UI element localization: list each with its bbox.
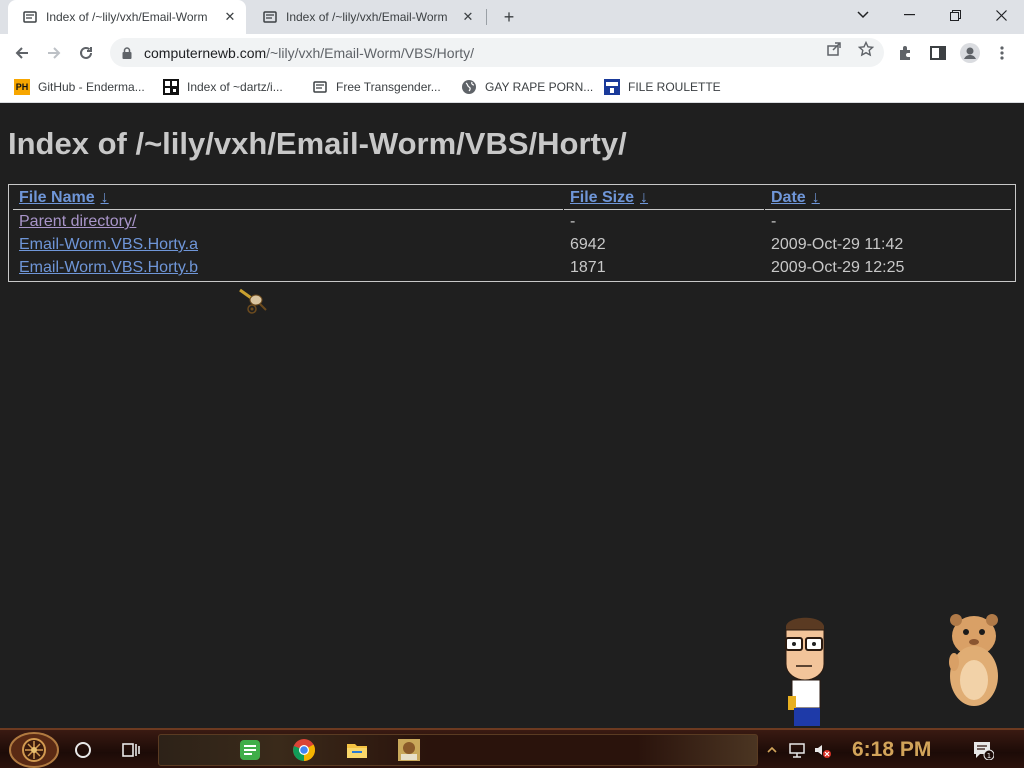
folder-favicon-icon: [263, 11, 277, 23]
notes-app-icon[interactable]: [238, 738, 262, 762]
taskbar: 6:18 PM 1: [0, 728, 1024, 768]
sort-arrow-icon: ↓: [100, 189, 109, 206]
bookmark-item[interactable]: Index of ~dartz/i...: [163, 78, 283, 96]
bookmark-item[interactable]: GAY RAPE PORN...: [461, 78, 593, 96]
tab-inactive[interactable]: Index of /~lily/vxh/Email-Worm ✕: [248, 0, 484, 34]
column-header-date[interactable]: Date ↓: [771, 189, 820, 207]
svg-text:1: 1: [987, 752, 991, 760]
bookmarks-bar: PH GitHub - Enderma... Index of ~dartz/i…: [0, 71, 1024, 103]
mft-favicon-icon: [604, 79, 620, 95]
reload-button[interactable]: [72, 39, 100, 67]
side-panel-icon[interactable]: [929, 44, 947, 62]
parent-directory-link[interactable]: Parent directory/: [19, 213, 136, 230]
table-header-row: File Name ↓ File Size ↓ Date ↓: [13, 185, 1011, 210]
column-divider: [563, 185, 564, 210]
sort-arrow-icon: ↓: [640, 189, 649, 206]
file-link[interactable]: Email-Worm.VBS.Horty.b: [19, 259, 198, 276]
back-button[interactable]: [8, 39, 36, 67]
bookmark-item[interactable]: PH GitHub - Enderma...: [14, 78, 145, 96]
bookmark-label: Free Transgender...: [336, 80, 441, 94]
bookmark-star-icon[interactable]: [858, 41, 874, 57]
column-header-file-size[interactable]: File Size ↓: [570, 189, 648, 207]
new-tab-button[interactable]: +: [499, 7, 519, 27]
column-header-file-name[interactable]: File Name ↓: [19, 189, 109, 207]
table-row: Parent directory/ - -: [9, 211, 1015, 234]
lock-icon[interactable]: [120, 46, 134, 60]
reload-icon: [80, 46, 92, 59]
url-path: /~lily/vxh/Email-Worm/VBS/Horty/: [266, 44, 475, 61]
date-cell: 2009-Oct-29 12:25: [771, 259, 905, 276]
bookmark-label: Index of ~dartz/i...: [187, 80, 283, 94]
table-row: Email-Worm.VBS.Horty.a 6942 2009-Oct-29 …: [9, 234, 1015, 257]
table-row: Email-Worm.VBS.Horty.b 1871 2009-Oct-29 …: [9, 257, 1015, 280]
page-title: Index of /~lily/vxh/Email-Worm/VBS/Horty…: [8, 126, 627, 161]
task-view-icon[interactable]: [120, 740, 140, 760]
file-size-cell: 1871: [570, 259, 606, 276]
close-window-button[interactable]: [978, 0, 1024, 30]
page-content: Index of /~lily/vxh/Email-Worm/VBS/Horty…: [0, 104, 1024, 728]
cartoon-man-mascot-icon: [785, 617, 825, 726]
file-listing-table: File Name ↓ File Size ↓ Date ↓ Parent direc…: [8, 184, 1016, 282]
minimize-button[interactable]: [886, 0, 932, 30]
show-hidden-icons-icon[interactable]: [766, 740, 778, 760]
qr-favicon-icon: [163, 79, 179, 95]
column-divider: [764, 185, 765, 210]
file-size-cell: -: [570, 213, 576, 230]
mouse-cursor-icon: [239, 288, 267, 314]
tab-search-icon[interactable]: [840, 0, 886, 30]
cortana-search-icon[interactable]: [75, 742, 91, 758]
folder-favicon-icon: [23, 11, 37, 23]
bookmark-item[interactable]: FILE ROULETTE: [604, 78, 721, 96]
date-cell: -: [771, 213, 777, 230]
bookmark-item[interactable]: Free Transgender...: [312, 78, 441, 96]
close-tab-icon[interactable]: ✕: [222, 9, 238, 25]
close-tab-icon[interactable]: ✕: [460, 9, 476, 25]
url-text[interactable]: computernewb.com/~lily/vxh/Email-Worm/VB…: [144, 45, 884, 61]
forward-button[interactable]: [40, 39, 68, 67]
browser-toolbar: computernewb.com/~lily/vxh/Email-Worm/VB…: [0, 34, 1024, 71]
dancing-hamster-icon: [949, 614, 998, 706]
ph-logo-icon: PH: [14, 79, 30, 95]
bonzi-app-icon[interactable]: [397, 738, 421, 762]
tab-active[interactable]: Index of /~lily/vxh/Email-Worm ✕: [8, 0, 246, 34]
tab-strip: Index of /~lily/vxh/Email-Worm ✕ Index o…: [0, 0, 1024, 34]
menu-kebab-icon[interactable]: [993, 44, 1011, 62]
volume-muted-icon[interactable]: [812, 740, 832, 760]
network-icon[interactable]: [787, 740, 807, 760]
share-icon[interactable]: [826, 41, 842, 57]
arrow-left-icon: [15, 47, 28, 59]
file-link[interactable]: Email-Worm.VBS.Horty.a: [19, 236, 198, 253]
file-size-cell: 6942: [570, 236, 606, 253]
extensions-icon[interactable]: [897, 44, 915, 62]
file-explorer-icon[interactable]: [345, 738, 369, 762]
tab-title: Index of /~lily/vxh/Email-Worm: [46, 10, 208, 24]
bookmark-label: FILE ROULETTE: [628, 80, 721, 94]
globe-icon: [462, 80, 476, 94]
profile-avatar-icon[interactable]: [960, 43, 980, 63]
taskbar-clock[interactable]: 6:18 PM: [852, 738, 931, 762]
date-cell: 2009-Oct-29 11:42: [771, 236, 904, 253]
tab-divider: [486, 9, 487, 25]
start-button-icon[interactable]: [8, 732, 60, 768]
arrow-right-icon: [48, 47, 61, 59]
site-favicon-icon: [313, 81, 327, 93]
tab-title: Index of /~lily/vxh/Email-Worm: [286, 10, 448, 24]
restore-button[interactable]: [932, 0, 978, 30]
bookmark-label: GAY RAPE PORN...: [485, 80, 594, 94]
bookmark-label: GitHub - Enderma...: [38, 80, 145, 94]
chrome-icon[interactable]: [292, 738, 316, 762]
sort-arrow-icon: ↓: [811, 189, 820, 206]
address-bar[interactable]: computernewb.com/~lily/vxh/Email-Worm/VB…: [110, 38, 884, 67]
notification-center-icon[interactable]: 1: [972, 740, 994, 760]
url-host: computernewb.com: [144, 44, 267, 61]
